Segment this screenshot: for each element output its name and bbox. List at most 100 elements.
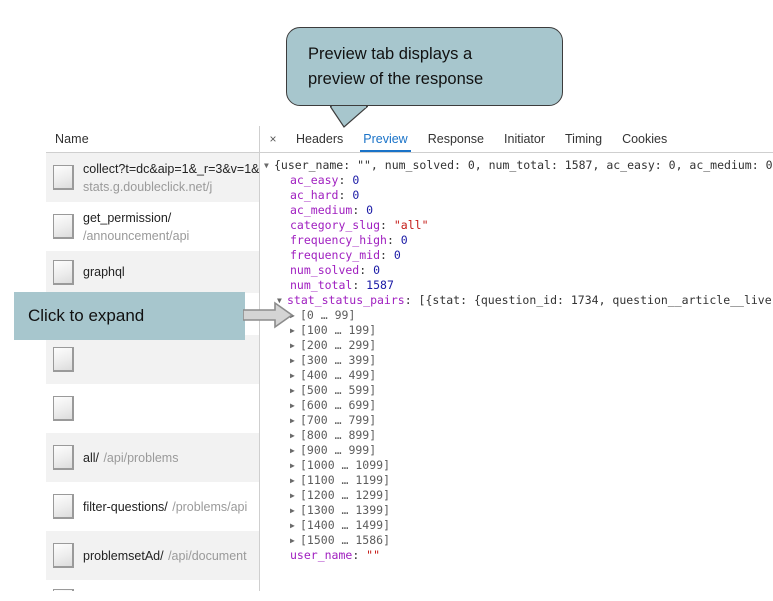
json-range-node[interactable]: ▶ [900 … 999] bbox=[264, 443, 773, 458]
json-property[interactable]: ac_medium: 0 bbox=[264, 203, 773, 218]
tab-response[interactable]: Response bbox=[418, 126, 494, 152]
document-icon bbox=[53, 445, 74, 470]
chevron-right-icon[interactable]: ▶ bbox=[290, 458, 300, 473]
list-item[interactable]: graphql bbox=[46, 580, 259, 591]
json-value: 0 bbox=[366, 203, 374, 217]
chevron-right-icon[interactable]: ▶ bbox=[290, 338, 300, 353]
request-list-panel: Name collect?t=dc&aip=1&_r=3&v=1&... sta… bbox=[46, 126, 260, 591]
json-key: frequency_high bbox=[290, 233, 387, 247]
document-icon bbox=[53, 494, 74, 519]
list-item[interactable] bbox=[46, 335, 259, 384]
json-key: stat_status_pairs bbox=[287, 293, 405, 307]
json-range-label: [1300 … 1399] bbox=[300, 503, 391, 517]
json-range-node[interactable]: ▶ [1000 … 1099] bbox=[264, 458, 773, 473]
list-item-text: graphql bbox=[83, 263, 259, 281]
json-range-node[interactable]: ▶ [700 … 799] bbox=[264, 413, 773, 428]
request-detail-panel: × Headers Preview Response Initiator Tim… bbox=[260, 126, 773, 591]
chevron-right-icon[interactable]: ▶ bbox=[290, 398, 300, 413]
json-range-node[interactable]: ▶ [1500 … 1586] bbox=[264, 533, 773, 548]
json-root-node[interactable]: ▼ {user_name: "", num_solved: 0, num_tota… bbox=[264, 158, 773, 173]
json-range-node[interactable]: ▶ [800 … 899] bbox=[264, 428, 773, 443]
list-item[interactable] bbox=[46, 384, 259, 433]
request-name: all/ bbox=[83, 450, 99, 465]
json-range-node[interactable]: ▶ [1100 … 1199] bbox=[264, 473, 773, 488]
json-range-node[interactable]: ▶ [200 … 299] bbox=[264, 338, 773, 353]
list-item-text: collect?t=dc&aip=1&_r=3&v=1&... stats.g.… bbox=[83, 160, 259, 196]
json-array-summary: : [{stat: {question_id: 1734, question__… bbox=[404, 293, 773, 307]
chevron-down-icon[interactable]: ▼ bbox=[264, 158, 274, 173]
tab-cookies[interactable]: Cookies bbox=[612, 126, 677, 152]
chevron-right-icon[interactable]: ▶ bbox=[290, 443, 300, 458]
chevron-right-icon[interactable]: ▶ bbox=[290, 518, 300, 533]
json-colon: : bbox=[359, 263, 374, 277]
chevron-right-icon[interactable]: ▶ bbox=[290, 503, 300, 518]
json-colon: : bbox=[386, 233, 401, 247]
json-property[interactable]: category_slug: "all" bbox=[264, 218, 773, 233]
json-value: "" bbox=[366, 548, 381, 562]
json-range-label: [0 … 99] bbox=[300, 308, 356, 322]
list-item[interactable]: collect?t=dc&aip=1&_r=3&v=1&... stats.g.… bbox=[46, 153, 259, 202]
list-item[interactable]: filter-questions/ /problems/api bbox=[46, 482, 259, 531]
json-property[interactable]: ac_hard: 0 bbox=[264, 188, 773, 203]
json-range-node[interactable]: ▶ [500 … 599] bbox=[264, 383, 773, 398]
json-range-label: [1100 … 1199] bbox=[300, 473, 391, 487]
chevron-right-icon[interactable]: ▶ bbox=[290, 383, 300, 398]
chevron-right-icon[interactable]: ▶ bbox=[290, 473, 300, 488]
json-value: 0 bbox=[393, 248, 401, 262]
json-colon: : bbox=[352, 278, 367, 292]
chevron-right-icon[interactable]: ▶ bbox=[290, 428, 300, 443]
json-key: ac_hard bbox=[290, 188, 339, 202]
json-value: 1587 bbox=[366, 278, 394, 292]
json-root-summary: {user_name: "", num_solved: 0, num_total… bbox=[274, 158, 773, 172]
document-icon bbox=[53, 347, 74, 372]
document-icon bbox=[53, 588, 74, 591]
callout-tail-icon bbox=[330, 106, 368, 128]
json-range-node[interactable]: ▶[0 … 99] bbox=[264, 308, 773, 323]
json-range-node[interactable]: ▶ [400 … 499] bbox=[264, 368, 773, 383]
document-icon bbox=[53, 259, 74, 285]
annotation-callout-text: Preview tab displays a preview of the re… bbox=[287, 42, 493, 92]
json-range-label: [300 … 399] bbox=[300, 353, 377, 367]
devtools-network-panel: Name collect?t=dc&aip=1&_r=3&v=1&... sta… bbox=[46, 126, 773, 591]
json-preview-tree[interactable]: ▼ {user_name: "", num_solved: 0, num_tota… bbox=[260, 153, 773, 591]
chevron-right-icon[interactable]: ▶ bbox=[290, 413, 300, 428]
list-item[interactable]: get_permission/ /announcement/api bbox=[46, 202, 259, 251]
request-list[interactable]: collect?t=dc&aip=1&_r=3&v=1&... stats.g.… bbox=[46, 153, 259, 591]
json-range-label: [600 … 699] bbox=[300, 398, 377, 412]
chevron-right-icon[interactable]: ▶ bbox=[290, 488, 300, 503]
json-range-node[interactable]: ▶ [300 … 399] bbox=[264, 353, 773, 368]
request-path: stats.g.doubleclick.net/j bbox=[83, 179, 213, 194]
json-property[interactable]: num_solved: 0 bbox=[264, 263, 773, 278]
json-range-label: [200 … 299] bbox=[300, 338, 377, 352]
json-property[interactable]: num_total: 1587 bbox=[264, 278, 773, 293]
document-icon bbox=[53, 396, 74, 421]
tab-headers[interactable]: Headers bbox=[286, 126, 353, 152]
tab-initiator[interactable]: Initiator bbox=[494, 126, 555, 152]
list-item[interactable]: all/ /api/problems bbox=[46, 433, 259, 482]
request-path: /api/problems bbox=[103, 450, 179, 465]
list-item[interactable]: problemsetAd/ /api/document bbox=[46, 531, 259, 580]
chevron-right-icon[interactable]: ▶ bbox=[290, 533, 300, 548]
annotation-callout-text: Click to expand bbox=[28, 306, 145, 325]
list-item[interactable]: graphql bbox=[46, 251, 259, 293]
document-icon bbox=[53, 543, 74, 568]
chevron-right-icon[interactable]: ▶ bbox=[290, 353, 300, 368]
json-array-node[interactable]: ▼ stat_status_pairs: [{stat: {question_id… bbox=[264, 293, 773, 308]
request-path: /announcement/api bbox=[83, 228, 190, 243]
tab-preview[interactable]: Preview bbox=[353, 126, 417, 152]
json-property[interactable]: frequency_mid: 0 bbox=[264, 248, 773, 263]
json-range-node[interactable]: ▶ [1200 … 1299] bbox=[264, 488, 773, 503]
json-property[interactable]: user_name: "" bbox=[264, 548, 773, 563]
json-property[interactable]: frequency_high: 0 bbox=[264, 233, 773, 248]
json-range-node[interactable]: ▶ [1300 … 1399] bbox=[264, 503, 773, 518]
chevron-right-icon[interactable]: ▶ bbox=[290, 368, 300, 383]
json-range-label: [1200 … 1299] bbox=[300, 488, 391, 502]
json-range-node[interactable]: ▶ [600 … 699] bbox=[264, 398, 773, 413]
json-range-node[interactable]: ▶ [100 … 199] bbox=[264, 323, 773, 338]
json-range-node[interactable]: ▶ [1400 … 1499] bbox=[264, 518, 773, 533]
tab-timing[interactable]: Timing bbox=[555, 126, 612, 152]
json-value: 0 bbox=[352, 188, 360, 202]
json-property[interactable]: ac_easy: 0 bbox=[264, 173, 773, 188]
close-icon[interactable]: × bbox=[260, 126, 286, 152]
document-icon bbox=[53, 165, 74, 190]
